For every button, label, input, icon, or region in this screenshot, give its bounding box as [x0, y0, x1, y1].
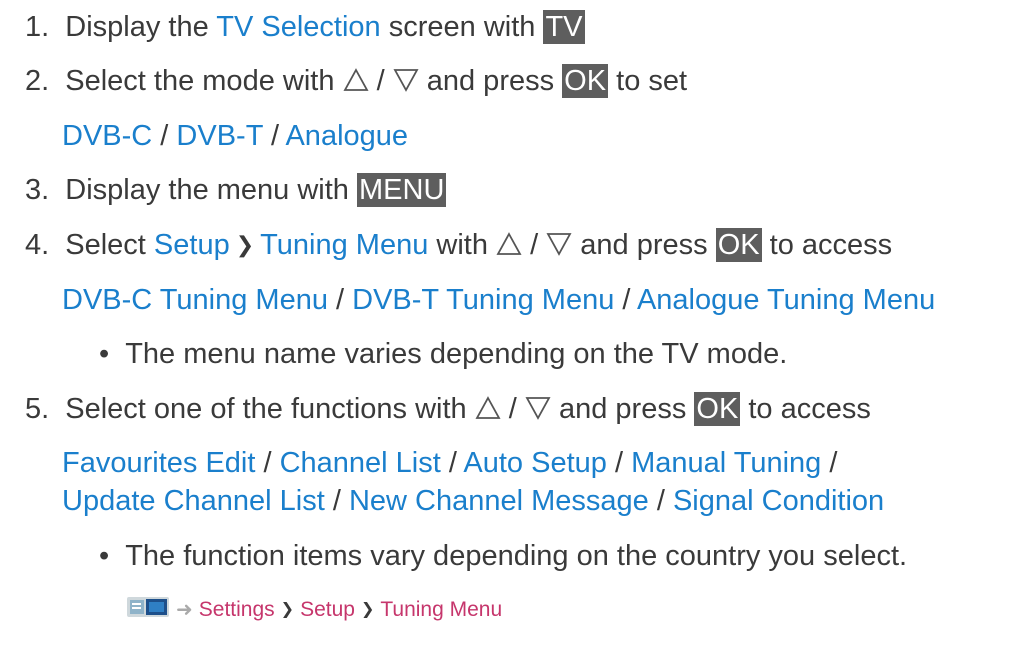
- step-number: 1.: [25, 11, 50, 43]
- step-text: with: [428, 229, 497, 261]
- separator: /: [324, 485, 349, 517]
- separator: /: [821, 447, 838, 479]
- note-text: The menu name varies depending on the TV…: [125, 338, 788, 370]
- ehelp-home-icon: [127, 597, 169, 617]
- step-2: 2. Select the mode with / and press OK t…: [25, 62, 687, 100]
- link-auto-setup[interactable]: Auto Setup: [463, 447, 607, 479]
- link-signal-condition[interactable]: Signal Condition: [673, 485, 884, 517]
- path-settings[interactable]: Settings: [199, 598, 275, 621]
- step-5-note: • The function items vary depending on t…: [99, 537, 907, 575]
- menu-path: ➜ Settings ❯ Setup ❯ Tuning Menu: [126, 594, 502, 624]
- chevron-right-icon: ❯: [280, 601, 295, 618]
- triangle-down-icon: [546, 233, 572, 256]
- key-menu: MENU: [357, 173, 447, 207]
- step-text: Display the menu with: [65, 174, 357, 206]
- triangle-down-icon: [525, 397, 551, 420]
- separator: /: [606, 447, 632, 479]
- bullet: •: [99, 338, 110, 370]
- separator: /: [522, 229, 547, 261]
- step-5-options-line-2: Update Channel List / New Channel Messag…: [62, 482, 884, 520]
- step-text: Display the: [65, 11, 217, 43]
- link-manual-tuning[interactable]: Manual Tuning: [631, 447, 821, 479]
- step-text: and press: [550, 393, 695, 425]
- step-text: and press: [572, 229, 716, 261]
- step-4: 4. Select Setup ❯ Tuning Menu with / and p…: [25, 226, 892, 264]
- link-analogue[interactable]: Analogue: [285, 120, 408, 152]
- key-ok: OK: [715, 228, 762, 262]
- chevron-right-icon: ❯: [235, 232, 255, 257]
- link-dvb-t[interactable]: DVB-T: [176, 120, 262, 152]
- path-tuning-menu[interactable]: Tuning Menu: [380, 598, 502, 621]
- path-setup[interactable]: Setup: [300, 598, 355, 621]
- step-text: Select: [65, 229, 154, 261]
- separator: /: [648, 485, 673, 517]
- separator: /: [152, 120, 177, 152]
- separator: /: [614, 284, 637, 316]
- note-text: The function items vary depending on the…: [125, 540, 908, 572]
- step-text: screen with: [380, 11, 544, 43]
- step-text: and press: [418, 65, 563, 97]
- arrow-right-icon: ➜: [176, 599, 193, 621]
- chevron-right-icon: ❯: [360, 601, 375, 618]
- separator: /: [327, 284, 353, 316]
- triangle-up-icon: [342, 68, 369, 91]
- link-setup[interactable]: Setup: [154, 229, 230, 261]
- separator: /: [262, 120, 286, 152]
- step-2-options: DVB-C / DVB-T / Analogue: [62, 117, 408, 155]
- step-4-note: • The menu name varies depending on the …: [99, 335, 787, 373]
- step-number: 4.: [25, 229, 50, 261]
- separator: /: [500, 393, 525, 425]
- help-page: 1. Display the TV Selection screen with …: [0, 0, 1022, 645]
- key-ok: OK: [694, 392, 741, 426]
- key-ok: OK: [562, 64, 609, 98]
- bullet: •: [99, 540, 110, 572]
- separator: /: [368, 65, 393, 97]
- link-update-channel-list[interactable]: Update Channel List: [62, 485, 325, 517]
- link-tuning-menu[interactable]: Tuning Menu: [260, 229, 428, 261]
- step-4-options: DVB-C Tuning Menu / DVB-T Tuning Menu / …: [62, 281, 935, 319]
- triangle-up-icon: [475, 396, 501, 419]
- key-tv: TV: [543, 10, 585, 44]
- step-text: to access: [761, 229, 893, 261]
- step-5-options-line-1: Favourites Edit / Channel List / Auto Se…: [62, 444, 837, 482]
- step-text: to set: [608, 65, 688, 97]
- step-text: Select one of the functions with: [65, 393, 475, 425]
- separator: /: [440, 447, 464, 479]
- step-5: 5. Select one of the functions with / an…: [25, 390, 871, 428]
- link-favourites-edit[interactable]: Favourites Edit: [62, 447, 255, 479]
- triangle-up-icon: [496, 232, 522, 255]
- step-3: 3. Display the menu with MENU: [25, 171, 447, 209]
- step-1: 1. Display the TV Selection screen with …: [25, 8, 585, 46]
- step-text: to access: [740, 393, 871, 425]
- separator: /: [255, 447, 280, 479]
- link-dvb-t-tuning-menu[interactable]: DVB-T Tuning Menu: [352, 284, 614, 316]
- link-tv-selection[interactable]: TV Selection: [216, 11, 380, 43]
- link-channel-list[interactable]: Channel List: [280, 447, 441, 479]
- triangle-down-icon: [393, 69, 419, 92]
- link-dvb-c-tuning-menu[interactable]: DVB-C Tuning Menu: [62, 284, 328, 316]
- link-new-channel-message[interactable]: New Channel Message: [349, 485, 649, 517]
- step-number: 3.: [25, 174, 50, 206]
- link-dvb-c[interactable]: DVB-C: [62, 120, 152, 152]
- step-number: 5.: [25, 393, 50, 425]
- link-analogue-tuning-menu[interactable]: Analogue Tuning Menu: [637, 284, 935, 316]
- step-number: 2.: [25, 65, 50, 97]
- step-text: Select the mode with: [65, 65, 343, 97]
